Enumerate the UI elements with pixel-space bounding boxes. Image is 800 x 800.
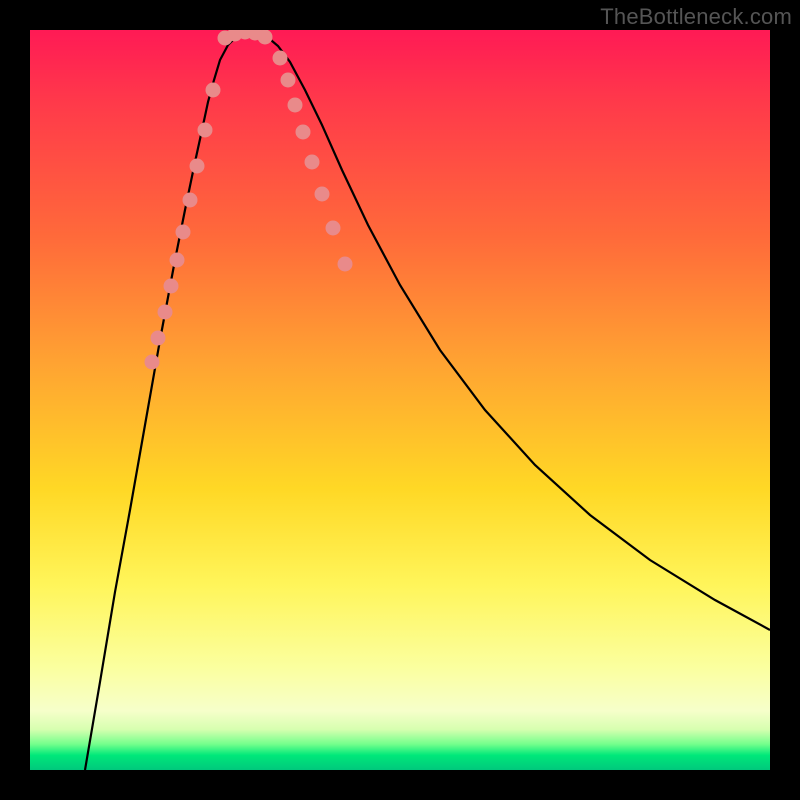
data-dot <box>145 355 160 370</box>
right-dot-cluster <box>273 51 353 272</box>
data-dot <box>158 305 173 320</box>
data-dot <box>164 279 179 294</box>
chart-frame: TheBottleneck.com <box>0 0 800 800</box>
data-dot <box>170 253 185 268</box>
left-dot-cluster <box>145 83 221 370</box>
watermark-text: TheBottleneck.com <box>600 4 792 30</box>
data-dot <box>338 257 353 272</box>
data-dot <box>206 83 221 98</box>
data-dot <box>273 51 288 66</box>
chart-plot-area <box>30 30 770 770</box>
data-dot <box>183 193 198 208</box>
bottleneck-curve <box>85 32 770 770</box>
data-dot <box>281 73 296 88</box>
bottleneck-curve-path <box>85 32 770 770</box>
data-dot <box>176 225 191 240</box>
bottom-plateau-dots <box>218 30 273 46</box>
data-dot <box>305 155 320 170</box>
data-dot <box>315 187 330 202</box>
data-dot <box>198 123 213 138</box>
chart-svg <box>30 30 770 770</box>
data-dot <box>326 221 341 236</box>
data-dot <box>296 125 311 140</box>
data-dot <box>190 159 205 174</box>
data-dot <box>151 331 166 346</box>
data-dot <box>288 98 303 113</box>
data-dot <box>258 30 273 45</box>
